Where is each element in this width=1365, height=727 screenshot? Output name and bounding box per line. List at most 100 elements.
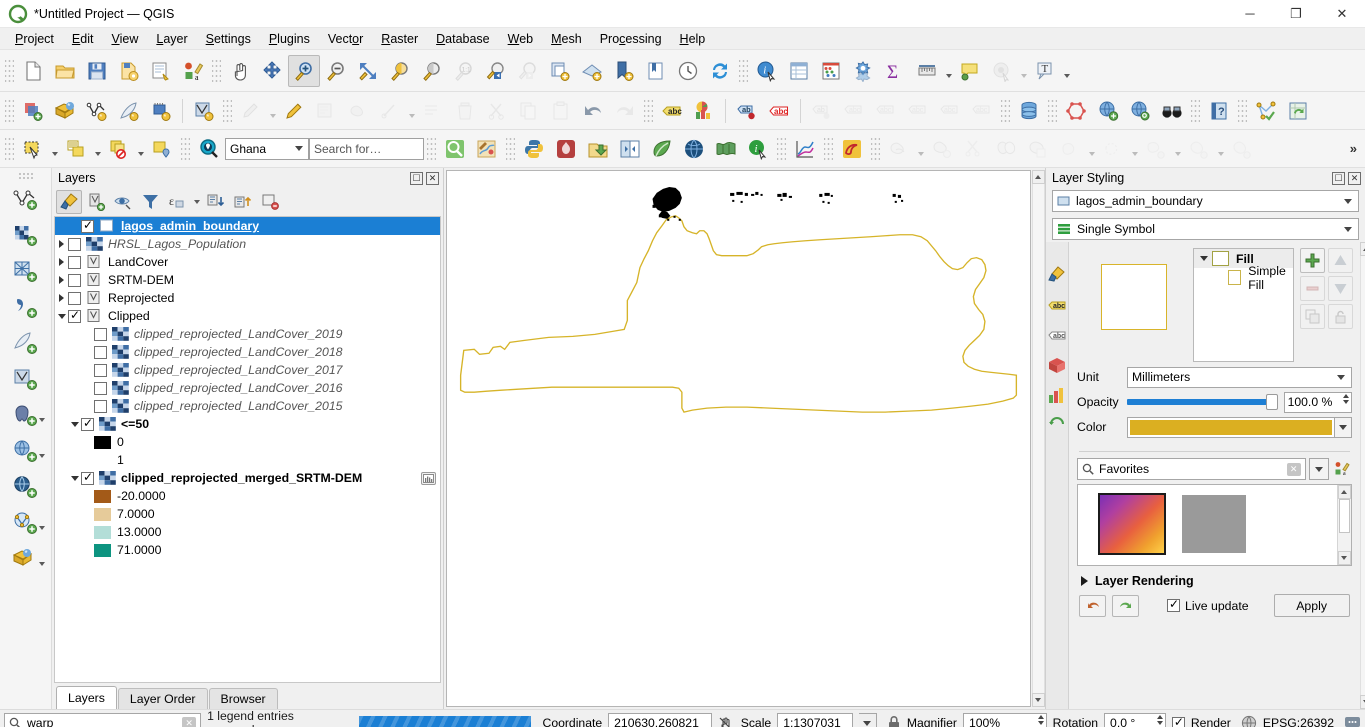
layer-visibility-checkbox[interactable] bbox=[81, 416, 94, 431]
menu-vector[interactable]: Vector bbox=[319, 30, 372, 48]
opacity-spinbox[interactable]: 100.0 % bbox=[1283, 391, 1352, 413]
status-locator-input[interactable]: warp ✕ bbox=[4, 712, 202, 727]
render-checkbox[interactable] bbox=[1171, 715, 1185, 727]
gallery-scroll-thumb[interactable] bbox=[1338, 499, 1350, 533]
menu-processing[interactable]: Processing bbox=[591, 30, 671, 48]
scale-dropdown-button[interactable] bbox=[858, 712, 877, 727]
add-delimited-text-rail-button[interactable] bbox=[6, 289, 46, 325]
add-group-button[interactable] bbox=[83, 190, 109, 214]
add-vector-layer-button[interactable]: * bbox=[49, 95, 81, 127]
deselect-features-button[interactable] bbox=[103, 133, 135, 165]
menu-view[interactable]: View bbox=[102, 30, 147, 48]
toolbar-grip-14[interactable] bbox=[506, 135, 515, 162]
new-3d-map-view-button[interactable] bbox=[576, 55, 608, 87]
remove-symbol-layer-button[interactable] bbox=[1299, 276, 1325, 301]
layer-clipped-landcover-2015[interactable]: clipped_reprojected_LandCover_2015 bbox=[55, 397, 440, 415]
locator-filter-combo[interactable]: Ghana bbox=[225, 137, 309, 160]
group-clipped[interactable]: Clipped bbox=[55, 307, 440, 325]
geoprocessing-symmetric-button[interactable] bbox=[1054, 133, 1086, 165]
select-features-caret[interactable] bbox=[49, 133, 60, 165]
clear-icon[interactable]: ✕ bbox=[1286, 462, 1301, 476]
toolbar-grip-6[interactable] bbox=[644, 97, 653, 124]
statistical-summary-button[interactable]: Σ bbox=[879, 55, 911, 87]
live-update-checkbox[interactable] bbox=[1167, 597, 1180, 612]
toolbar-grip-9[interactable] bbox=[1191, 97, 1200, 124]
layer-lagos-admin-boundary[interactable]: lagos_admin_boundary bbox=[55, 217, 440, 235]
color-swatch-button[interactable] bbox=[1127, 416, 1335, 438]
legend-entry-71[interactable]: 71.0000 bbox=[55, 541, 440, 559]
layer-visibility-checkbox[interactable] bbox=[94, 345, 107, 359]
annotation-dropdown-caret[interactable] bbox=[1061, 55, 1072, 87]
opacity-slider[interactable] bbox=[1127, 392, 1278, 412]
toolbar-grip-7[interactable] bbox=[1001, 97, 1010, 124]
gallery-scroll-down-icon[interactable] bbox=[1337, 551, 1351, 565]
menu-database[interactable]: Database bbox=[427, 30, 499, 48]
dissolve-caret[interactable] bbox=[915, 133, 926, 165]
add-delimited-text-layer-button[interactable]: * bbox=[81, 95, 113, 127]
toolbar-grip-16[interactable] bbox=[824, 135, 833, 162]
chevron-down-icon[interactable] bbox=[1196, 256, 1212, 261]
zoom-native-button[interactable]: 1:1 bbox=[448, 55, 480, 87]
options-button[interactable] bbox=[847, 55, 879, 87]
style-scroll-track[interactable] bbox=[1359, 256, 1365, 695]
add-virtual-layer-button[interactable]: * bbox=[113, 95, 145, 127]
filter-expression-caret[interactable] bbox=[191, 190, 202, 214]
add-wfs-layer-rail-button[interactable] bbox=[6, 469, 46, 505]
menu-mesh[interactable]: Mesh bbox=[542, 30, 591, 48]
menu-layer[interactable]: Layer bbox=[147, 30, 196, 48]
layer-clipped-landcover-2019[interactable]: clipped_reprojected_LandCover_2019 bbox=[55, 325, 440, 343]
filter-legend-expression-button[interactable]: ε bbox=[164, 190, 190, 214]
geoprocessing-intersect-button[interactable] bbox=[990, 133, 1022, 165]
magnifier-spinbox[interactable]: 100% bbox=[962, 712, 1047, 727]
layer-threshold-50[interactable]: <=50 bbox=[55, 415, 440, 433]
layer-visibility-checkbox[interactable] bbox=[94, 327, 107, 341]
scroll-up-icon[interactable] bbox=[1031, 170, 1045, 184]
change-label-button[interactable]: abc bbox=[870, 95, 902, 127]
move-symbol-up-button[interactable] bbox=[1327, 248, 1353, 273]
metadata-info-button[interactable]: i bbox=[742, 133, 774, 165]
toolbar-grip[interactable] bbox=[5, 57, 14, 84]
layer-tree[interactable]: lagos_admin_boundary HRSL_Lagos_Populatio… bbox=[54, 216, 441, 683]
legend-entry-0[interactable]: 0 bbox=[55, 433, 440, 451]
openlayers-button[interactable] bbox=[678, 133, 710, 165]
menu-web[interactable]: Web bbox=[499, 30, 542, 48]
select-by-expression-caret[interactable] bbox=[92, 133, 103, 165]
xyz-caret-icon[interactable] bbox=[38, 562, 45, 566]
chevron-down-icon[interactable] bbox=[68, 415, 81, 433]
style-tab-labels[interactable]: abc bbox=[1046, 294, 1068, 316]
label-layer-button[interactable]: abc bbox=[656, 95, 688, 127]
highlight-pinned-labels-button[interactable]: ab bbox=[731, 95, 763, 127]
qconsolidate-button[interactable] bbox=[550, 133, 582, 165]
vertex-tool-caret[interactable] bbox=[406, 95, 417, 127]
apply-button[interactable]: Apply bbox=[1273, 594, 1350, 617]
qgis2web-button[interactable] bbox=[646, 133, 678, 165]
georeferencer-button[interactable] bbox=[471, 133, 503, 165]
layer-rendering-section[interactable]: Layer Rendering bbox=[1071, 566, 1358, 588]
rotation-spinbox[interactable]: 0.0 ° bbox=[1104, 712, 1166, 727]
zoom-last-button[interactable] bbox=[480, 55, 512, 87]
new-map-view-button[interactable] bbox=[544, 55, 576, 87]
open-project-button[interactable] bbox=[49, 55, 81, 87]
save-layer-edits-button[interactable] bbox=[310, 95, 342, 127]
globe-crs-icon[interactable] bbox=[1241, 715, 1257, 727]
style-layer-combo[interactable]: lagos_admin_boundary bbox=[1052, 190, 1359, 212]
redo-button[interactable] bbox=[609, 95, 641, 127]
favorites-dropdown-button[interactable] bbox=[1308, 458, 1329, 480]
zoom-in-button[interactable] bbox=[288, 54, 320, 87]
current-edits-caret[interactable] bbox=[267, 95, 278, 127]
modify-attributes-button[interactable] bbox=[417, 95, 449, 127]
legend-entry-1[interactable]: 1 bbox=[55, 451, 440, 469]
geoprocessing-buffer-button[interactable] bbox=[926, 133, 958, 165]
menu-project[interactable]: Project bbox=[6, 30, 63, 48]
layer-visibility-checkbox[interactable] bbox=[68, 255, 81, 269]
paste-features-button[interactable] bbox=[545, 95, 577, 127]
toolbar-grip-4[interactable] bbox=[5, 97, 14, 124]
group-landcover[interactable]: LandCover bbox=[55, 253, 440, 271]
diagram-layer-button[interactable] bbox=[688, 95, 720, 127]
legend-entry-13[interactable]: 13.0000 bbox=[55, 523, 440, 541]
toolbar-grip-2[interactable] bbox=[212, 57, 221, 84]
tab-layer-order[interactable]: Layer Order bbox=[117, 688, 208, 709]
close-button[interactable]: ✕ bbox=[1319, 0, 1365, 28]
geoprocessing-centroid-button[interactable] bbox=[1183, 133, 1215, 165]
filter-legend-button[interactable] bbox=[137, 190, 163, 214]
